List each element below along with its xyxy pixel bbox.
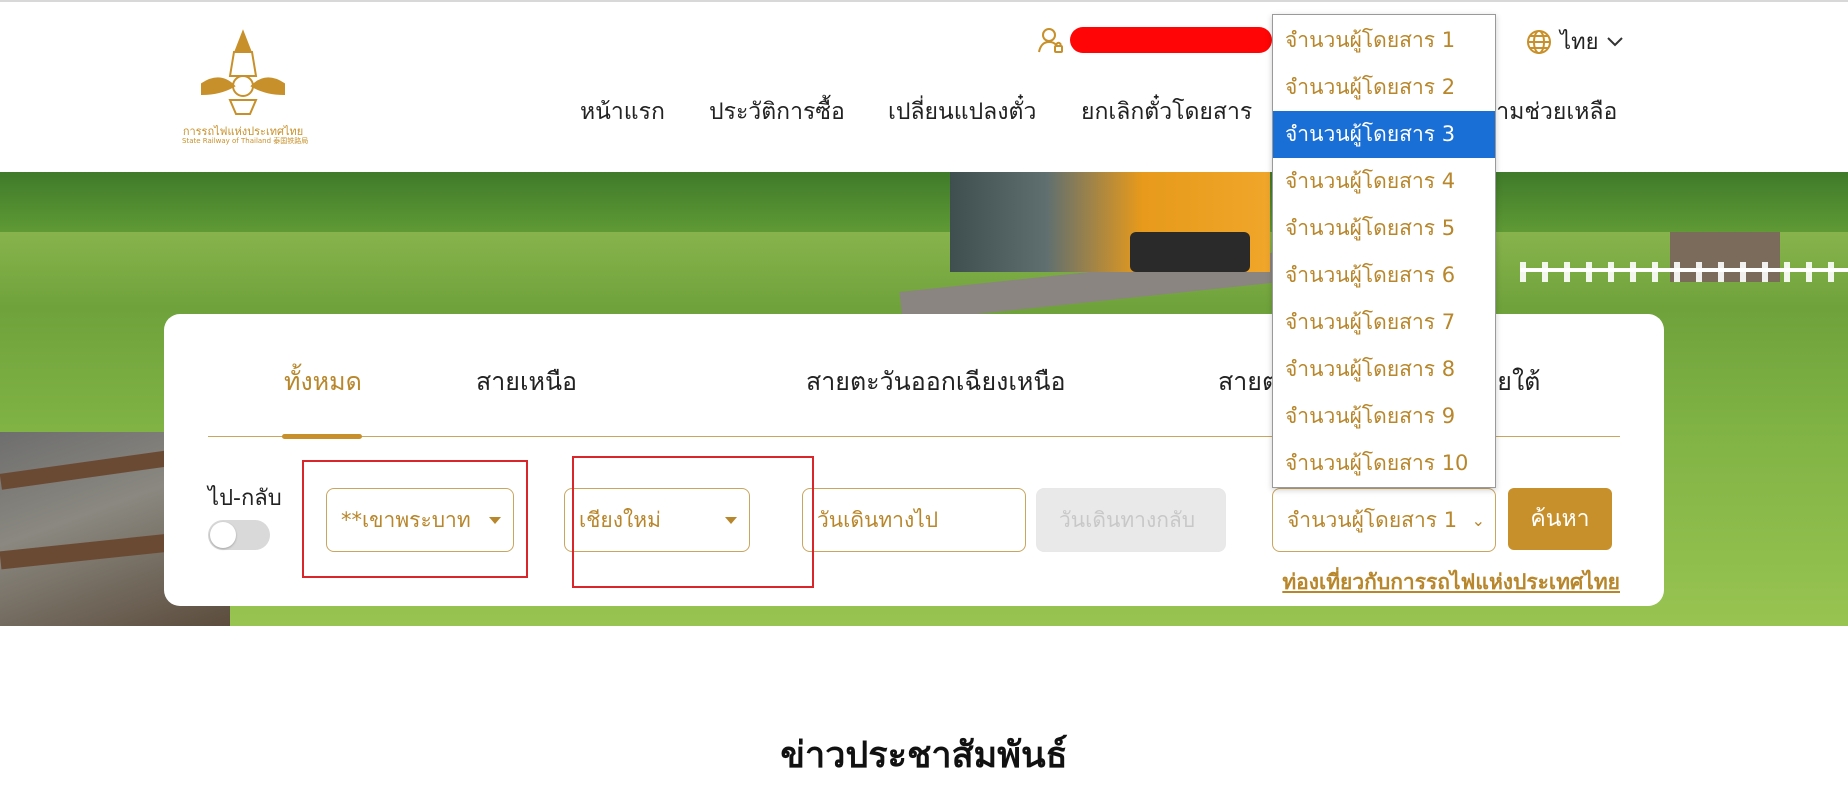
- language-selector[interactable]: ไทย: [1526, 24, 1624, 59]
- round-trip-label: ไป-กลับ: [208, 486, 282, 511]
- dropdown-option[interactable]: จำนวนผู้โดยสาร 1: [1273, 17, 1495, 64]
- dropdown-option[interactable]: จำนวนผู้โดยสาร 8: [1273, 346, 1495, 393]
- depart-date-input[interactable]: วันเดินทางไป: [802, 488, 1026, 552]
- hero-train: [950, 172, 1270, 272]
- tourism-link[interactable]: ท่องเที่ยวกับการรถไฟแห่งประเทศไทย: [1282, 566, 1620, 599]
- nav-purchase-history[interactable]: ประวัติการซื้อ: [709, 94, 845, 130]
- language-label: ไทย: [1560, 30, 1599, 55]
- news-section-title: ข่าวประชาสัมพันธ์: [780, 735, 1068, 776]
- dropdown-option[interactable]: จำนวนผู้โดยสาร 10: [1273, 440, 1495, 487]
- hero-trees: [0, 172, 1848, 232]
- user-account[interactable]: [1038, 26, 1278, 54]
- return-date-input: วันเดินทางกลับ: [1036, 488, 1226, 552]
- return-date-placeholder: วันเดินทางกลับ: [1059, 507, 1196, 532]
- depart-date-placeholder: วันเดินทางไป: [817, 507, 939, 532]
- dropdown-option[interactable]: จำนวนผู้โดยสาร 7: [1273, 299, 1495, 346]
- nav-home[interactable]: หน้าแรก: [580, 94, 665, 130]
- dropdown-option[interactable]: จำนวนผู้โดยสาร 5: [1273, 205, 1495, 252]
- search-button[interactable]: ค้นหา: [1508, 488, 1612, 550]
- logo-text-english: State Railway of Thailand 泰国铁路局: [182, 137, 309, 145]
- hero-fence: [1520, 262, 1848, 282]
- toggle-knob: [210, 522, 236, 548]
- globe-icon: [1527, 29, 1551, 54]
- user-name-redacted: [1070, 27, 1272, 53]
- passenger-count-value: จำนวนผู้โดยสาร 1: [1287, 507, 1458, 532]
- origin-highlight-box: [302, 460, 528, 578]
- tab-northeastern[interactable]: สายตะวันออกเฉียงเหนือ: [806, 362, 1065, 402]
- round-trip-toggle[interactable]: [208, 520, 270, 550]
- dropdown-option[interactable]: จำนวนผู้โดยสาร 4: [1273, 158, 1495, 205]
- chevron-down-icon: ⌄: [1471, 511, 1485, 530]
- destination-highlight-box: [572, 456, 814, 588]
- tab-northern[interactable]: สายเหนือ: [476, 362, 577, 402]
- site-header: การรถไฟแห่งประเทศไทย State Railway of Th…: [0, 0, 1848, 172]
- chevron-down-icon: [1607, 36, 1624, 46]
- nav-cancel-ticket[interactable]: ยกเลิกตั๋วโดยสาร: [1081, 94, 1252, 130]
- srt-logo[interactable]: การรถไฟแห่งประเทศไทย State Railway of Th…: [182, 28, 309, 150]
- user-icon: [1038, 28, 1063, 53]
- nav-change-ticket[interactable]: เปลี่ยนแปลงตั๋ว: [888, 94, 1036, 130]
- tab-all[interactable]: ทั้งหมด: [284, 362, 362, 402]
- active-tab-indicator: [282, 434, 362, 439]
- dropdown-option-selected[interactable]: จำนวนผู้โดยสาร 3: [1273, 111, 1495, 158]
- passenger-count-dropdown: จำนวนผู้โดยสาร 1 จำนวนผู้โดยสาร 2 จำนวนผ…: [1272, 14, 1496, 488]
- main-nav: หน้าแรก ประวัติการซื้อ เปลี่ยนแปลงตั๋ว ย…: [0, 94, 1848, 126]
- dropdown-option[interactable]: จำนวนผู้โดยสาร 9: [1273, 393, 1495, 440]
- dropdown-option[interactable]: จำนวนผู้โดยสาร 2: [1273, 64, 1495, 111]
- dropdown-option[interactable]: จำนวนผู้โดยสาร 6: [1273, 252, 1495, 299]
- passenger-count-select[interactable]: จำนวนผู้โดยสาร 1 ⌄: [1272, 488, 1496, 552]
